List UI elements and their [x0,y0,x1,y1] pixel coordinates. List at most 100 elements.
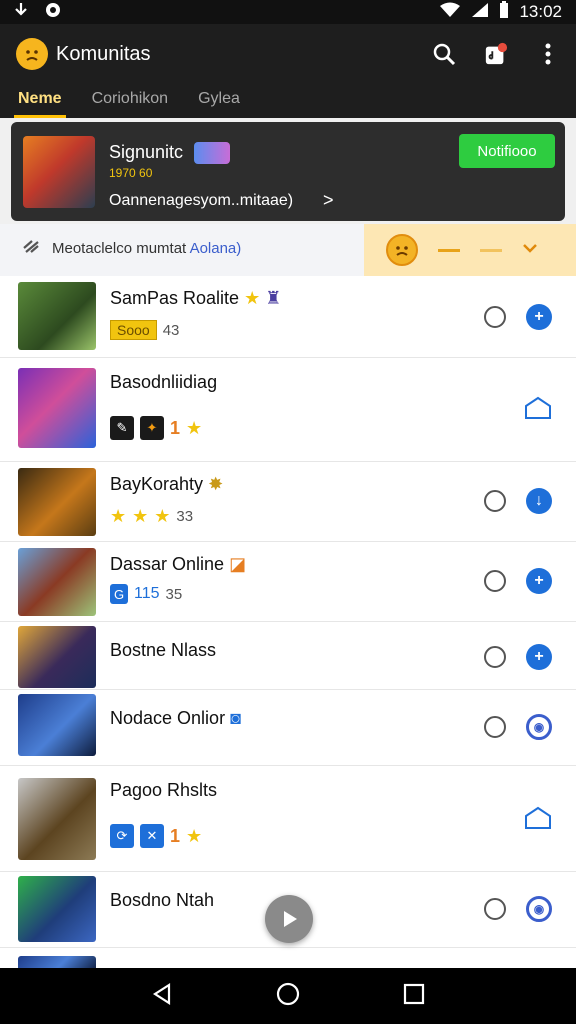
play-icon [284,911,297,927]
screen: 13:02 Komunitas Neme Coriohikon Gylea Si… [0,0,576,1024]
bookmark-button[interactable]: ◉ [526,896,552,922]
game-count: 43 [162,321,180,339]
game-title: Bosdno Ntah [110,890,215,910]
clock: 13:02 [519,2,562,21]
game-thumbnail [18,778,96,860]
play-button[interactable] [265,895,313,943]
chevron-right-icon[interactable]: > [323,190,334,211]
featured-game-thumbnail [23,136,95,208]
crown-icon: ♜ [265,288,282,308]
bookmark-button[interactable]: ◉ [526,714,552,740]
radio-button[interactable] [484,898,506,920]
radio-button[interactable] [484,716,506,738]
minus-icon[interactable] [438,248,460,252]
radio-button[interactable] [484,570,506,592]
game-tag: Sooo [110,320,157,340]
tab-gylea[interactable]: Gylea [198,84,240,118]
recents-icon[interactable] [403,983,425,1010]
game-title: Basodnliidiag [110,372,218,392]
star-icon: ★ [110,506,127,526]
star-icon: ★ [186,417,203,438]
game-thumbnail [18,626,96,688]
list-item[interactable]: Nodace Onlior ◙ ◉ [0,690,576,766]
game-title: Bostne Nlass [110,640,217,660]
star-badge-icon: ★ [244,288,261,308]
list-item[interactable]: Dassar Online ◪ G 115 35 + [0,542,576,622]
game-count: 35 [165,585,183,603]
cross-icon: ✕ [140,824,164,848]
more-options-icon[interactable] [536,42,560,66]
game-number: 1 [170,825,181,846]
back-icon[interactable] [151,982,173,1010]
app-title: Komunitas [56,42,151,65]
add-button[interactable]: + [526,644,552,670]
home-outline-icon[interactable] [524,806,552,830]
game-count: 33 [176,508,194,525]
badge-icon: ◪ [229,554,247,574]
featured-card[interactable]: Signunitc 1970 60 Oannenagesyom..mitaae)… [11,122,565,221]
game-title: Pagoo Rhslts [110,780,218,800]
filter-highlight [364,224,576,276]
game-title: SamPas Roalite [110,288,240,308]
shield-icon: G [110,584,128,604]
home-icon[interactable] [276,982,300,1011]
signal-icon [471,2,489,22]
featured-badge-icon [194,142,231,165]
battery-icon [499,1,509,23]
sync-icon [44,1,62,23]
star-icon: ★ [154,506,171,526]
fire-icon: ✦ [140,416,164,440]
emoji-face-icon[interactable] [386,234,418,266]
home-outline-icon[interactable] [524,396,552,420]
radio-button[interactable] [484,646,506,668]
download-icon [14,2,28,22]
tab-neme[interactable]: Neme [14,84,66,118]
game-list: SamPas Roalite ★ ♜ Sooo 43 + Basodnliidi… [0,276,576,968]
list-item[interactable]: SamPas Roalite ★ ♜ Sooo 43 + [0,276,576,358]
list-item[interactable]: Bostne Nlass + [0,622,576,690]
add-button[interactable]: + [526,304,552,330]
featured-game-sub: 1970 60 [109,166,153,180]
game-number: 1 [170,417,181,438]
notify-button[interactable]: Notifiooo [459,134,555,168]
app-bar: Komunitas [0,24,576,84]
radio-button[interactable] [484,306,506,328]
list-item[interactable]: Pagoo Rhslts ⟳ ✕ 1 ★ [0,766,576,872]
game-title: BayKorahty [110,474,204,494]
game-thumbnail [18,876,96,942]
game-thumbnail [18,694,96,756]
featured-game-line[interactable]: Oannenagesyom..mitaae) [109,192,293,210]
tab-coriohikon[interactable]: Coriohikon [92,84,168,118]
download-button[interactable]: ↓ [526,488,552,514]
game-thumbnail [18,282,96,350]
filter-icon[interactable] [22,238,40,258]
list-item-partial [0,948,576,968]
add-button[interactable]: + [526,568,552,594]
radio-button[interactable] [484,490,506,512]
filter-link[interactable]: Aolana) [190,240,242,257]
featured-section: Signunitc 1970 60 Oannenagesyom..mitaae)… [0,118,576,224]
filter-bar: Meotaclelco mumtat Aolana) [0,224,576,276]
game-title: Dassar Online [110,554,225,574]
filter-text: Meotaclelco mumtat [52,239,187,257]
divider-icon [480,248,502,252]
game-thumbnail [18,368,96,448]
wifi-icon [439,2,461,22]
game-thumbnail [18,548,96,616]
featured-game-name: Signunitc [109,142,184,162]
chevron-down-icon[interactable] [522,241,538,259]
game-thumbnail [18,468,96,536]
search-icon[interactable] [432,42,456,66]
game-title: Nodace Onlior [110,708,226,728]
list-item[interactable]: Basodnliidiag ✎ ✦ 1 ★ [0,358,576,462]
status-bar: 13:02 [0,0,576,24]
game-thumbnail [18,956,96,968]
controller-icon: ✎ [110,416,134,440]
system-nav-bar [0,968,576,1024]
list-item[interactable]: BayKorahty ✸ ★ ★ ★ 33 ↓ [0,462,576,542]
star-icon: ★ [132,506,149,526]
game-number: 115 [134,585,160,602]
app-logo-icon [16,38,48,70]
notification-icon[interactable] [484,42,508,66]
tab-bar: Neme Coriohikon Gylea [0,84,576,118]
